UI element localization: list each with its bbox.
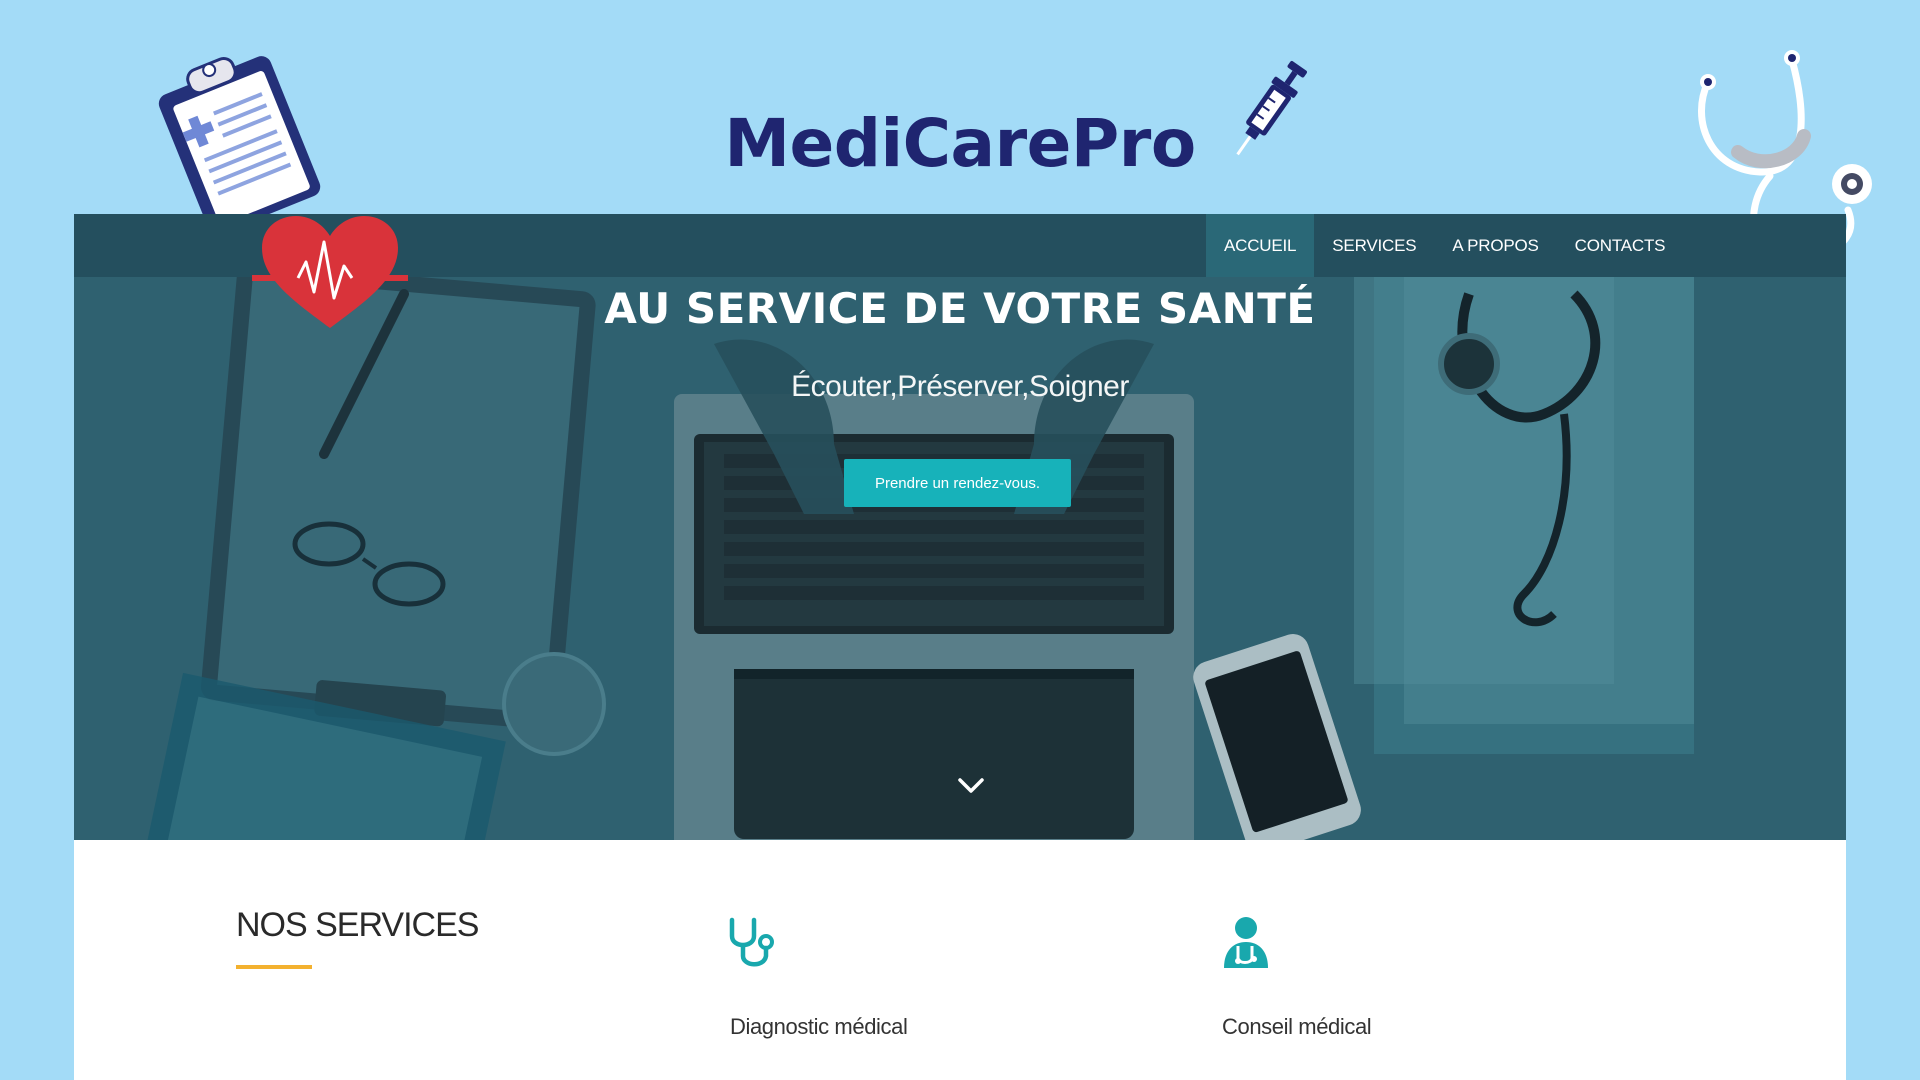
service-diagnostic-label: Diagnostic médical [730, 1014, 908, 1039]
chevron-down-icon[interactable] [955, 775, 987, 797]
hero-subtitle: Écouter,Préserver,Soigner [791, 370, 1129, 403]
appointment-button[interactable]: Prendre un rendez-vous. [844, 459, 1071, 507]
nav-item-services[interactable]: SERVICES [1314, 214, 1434, 277]
service-conseil-label: Conseil médical [1222, 1014, 1372, 1039]
syringe-icon [1236, 60, 1307, 156]
nav-item-a-propos[interactable]: A PROPOS [1434, 214, 1556, 277]
heart-pulse-icon [252, 216, 408, 328]
clipboard-icon [158, 56, 321, 217]
services-heading: NOS SERVICES [236, 906, 479, 944]
nav-menu: ACCUEIL SERVICES A PROPOS CONTACTS [1206, 214, 1683, 277]
nav-item-contacts[interactable]: CONTACTS [1557, 214, 1684, 277]
doctor-icon [1224, 917, 1268, 968]
website-preview: ACCUEIL SERVICES A PROPOS CONTACTS AU SE… [74, 214, 1846, 1080]
stethoscope-icon [729, 917, 774, 967]
nav-item-accueil[interactable]: ACCUEIL [1206, 214, 1315, 277]
services-heading-underline [236, 965, 312, 969]
